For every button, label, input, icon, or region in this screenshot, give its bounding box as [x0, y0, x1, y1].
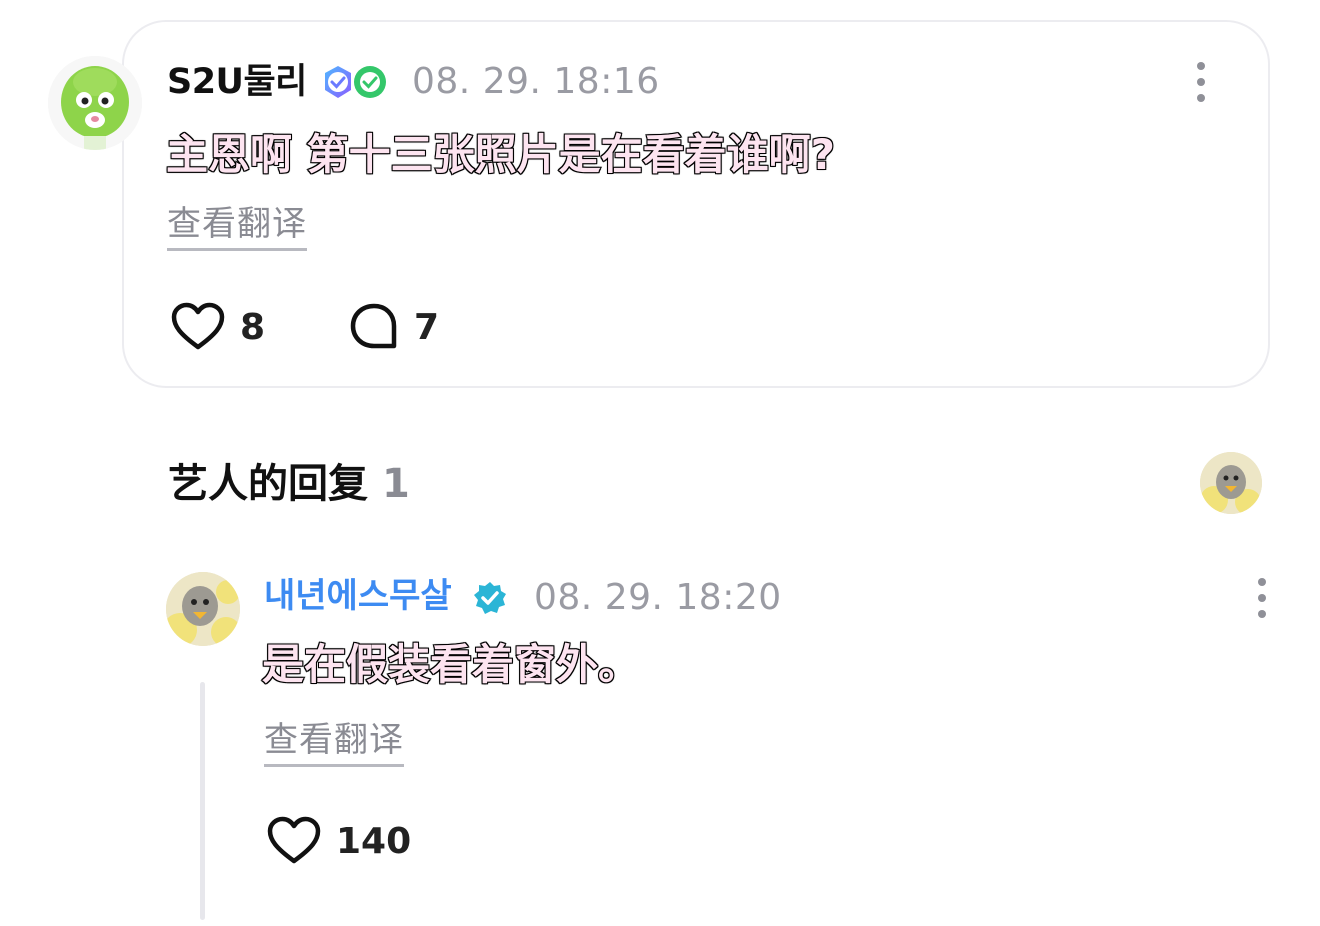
- comment-reply-button[interactable]: 7: [348, 302, 439, 352]
- comment-more-options-icon[interactable]: [1186, 60, 1216, 104]
- artist-avatar[interactable]: [166, 572, 240, 646]
- speech-bubble-icon: [348, 302, 400, 352]
- green-check-badge-icon: [352, 64, 388, 100]
- reply-like-button[interactable]: 140: [266, 816, 411, 866]
- reply-subtitle-caption: 是在假装看着窗外。: [261, 639, 641, 690]
- comment-like-count: 8: [240, 306, 266, 348]
- reply-more-options-icon[interactable]: [1247, 576, 1277, 620]
- comment-subtitle-caption: 主恩啊 第十三张照片是在看着谁啊?: [165, 129, 836, 180]
- comment-like-button[interactable]: 8: [170, 302, 265, 352]
- artist-replies-count: 1: [382, 461, 410, 507]
- reply-thread-line: [200, 682, 205, 920]
- reply-timestamp: 08. 29. 18:20: [534, 577, 782, 618]
- heart-icon: [170, 302, 226, 352]
- artist-replies-title: 艺人的回复: [168, 461, 368, 507]
- comment-timestamp: 08. 29. 18:16: [412, 61, 660, 102]
- heart-icon: [266, 816, 322, 866]
- comment-translate-link[interactable]: 查看翻译: [167, 202, 307, 251]
- commenter-avatar[interactable]: [48, 56, 142, 150]
- artist-username[interactable]: 내년에스무살: [264, 576, 452, 616]
- artist-replies-heading: 艺人的回复 1: [168, 460, 410, 508]
- comment-reply-count: 7: [414, 306, 440, 348]
- shield-check-badge-icon: [320, 64, 356, 100]
- reply-like-count: 140: [336, 820, 412, 862]
- verified-badge-icon: [472, 580, 508, 616]
- artist-avatar-small[interactable]: [1200, 452, 1262, 514]
- reply-translate-link[interactable]: 查看翻译: [264, 718, 404, 767]
- commenter-username[interactable]: S2U둘리: [167, 62, 307, 102]
